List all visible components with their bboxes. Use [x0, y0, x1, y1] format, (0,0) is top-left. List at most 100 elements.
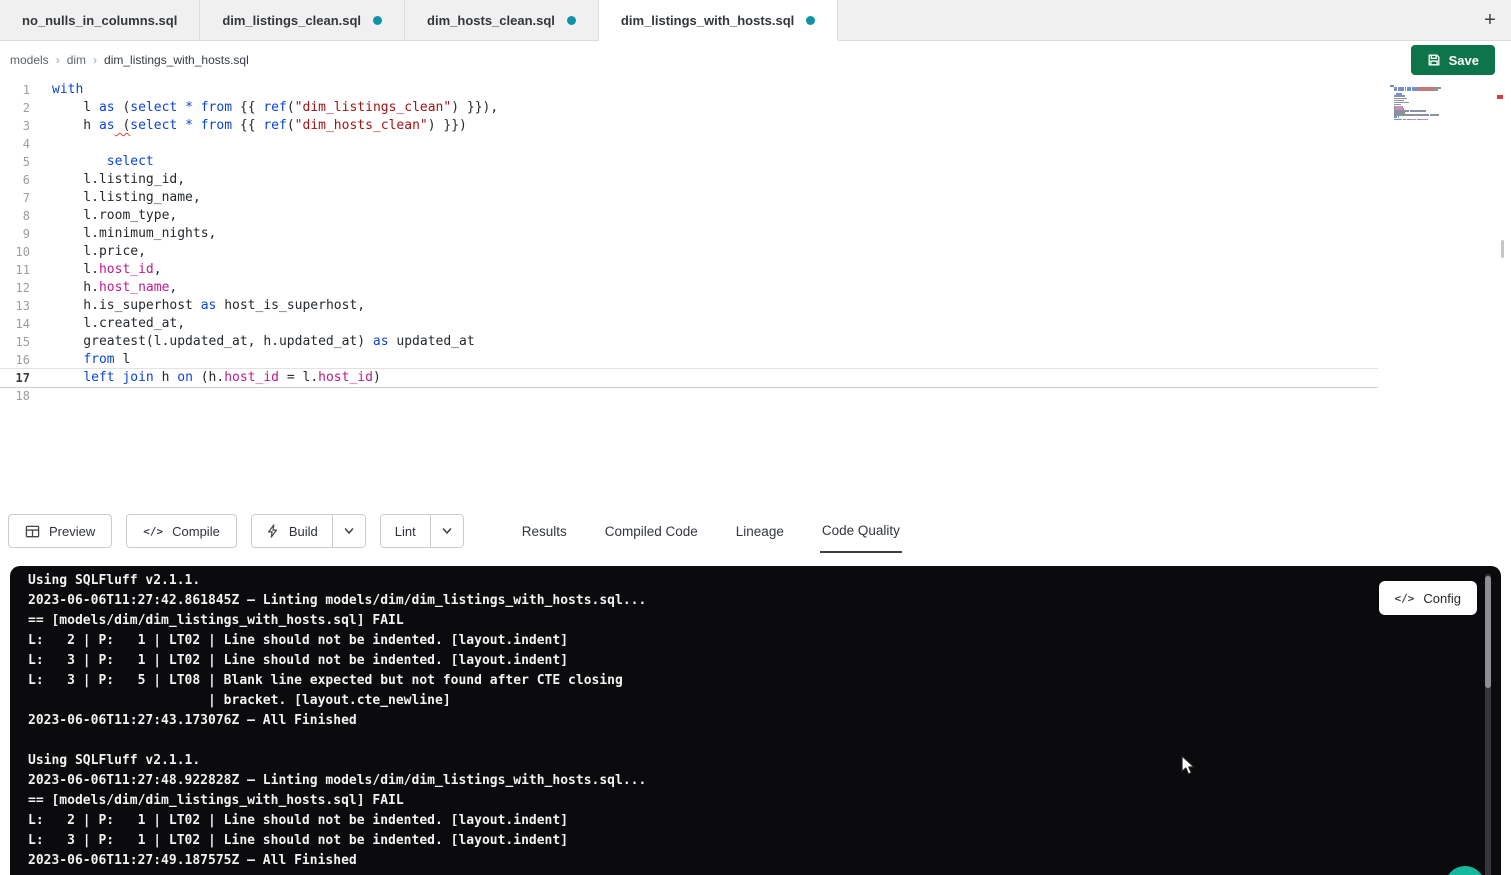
code-text: l.price,	[52, 243, 146, 261]
code-line[interactable]: 16 from l	[0, 351, 1378, 369]
mouse-cursor	[1180, 755, 1200, 777]
editor-tab[interactable]: no_nulls_in_columns.sql	[0, 0, 200, 40]
minimap-error-marker	[1497, 95, 1503, 99]
lint-split-button: Lint	[380, 514, 464, 548]
terminal-line: L: 3 | P: 1 | LT02 | Line should not be …	[28, 831, 1501, 851]
code-line[interactable]: 18	[0, 387, 1378, 405]
code-line[interactable]: 15 greatest(l.updated_at, h.updated_at) …	[0, 333, 1378, 351]
line-number: 8	[0, 207, 30, 225]
code-text: l.host_id,	[52, 261, 162, 279]
tab-code-quality[interactable]: Code Quality	[820, 509, 902, 553]
code-text: left join h on (h.host_id = l.host_id)	[52, 369, 381, 387]
code-text: h as (select * from {{ ref("dim_hosts_cl…	[52, 117, 467, 135]
code-line[interactable]: 17 left join h on (h.host_id = l.host_id…	[0, 369, 1378, 387]
line-number: 16	[0, 351, 30, 369]
code-line[interactable]: 5 select	[0, 153, 1378, 171]
line-number: 9	[0, 225, 30, 243]
tab-compiled-code[interactable]: Compiled Code	[603, 509, 700, 553]
tab-label: dim_listings_clean.sql	[222, 13, 361, 28]
config-button[interactable]: </> Config	[1379, 581, 1477, 615]
code-lines: 1with2 l as (select * from {{ ref("dim_l…	[0, 81, 1511, 405]
terminal-scrollbar[interactable]	[1485, 574, 1491, 875]
terminal-panel[interactable]: Using SQLFluff v2.1.1.2023-06-06T11:27:4…	[10, 566, 1501, 875]
terminal-line	[28, 731, 1501, 751]
tab-label: no_nulls_in_columns.sql	[22, 13, 177, 28]
line-number: 6	[0, 171, 30, 189]
line-number: 7	[0, 189, 30, 207]
terminal-line: L: 2 | P: 1 | LT02 | Line should not be …	[28, 631, 1501, 651]
ide-window: no_nulls_in_columns.sql dim_listings_clea…	[0, 0, 1511, 875]
code-editor[interactable]: 1with2 l as (select * from {{ ref("dim_l…	[0, 79, 1511, 509]
tab-label: dim_hosts_clean.sql	[427, 13, 555, 28]
terminal-line: | bracket. [layout.cte_newline]	[28, 691, 1501, 711]
lightning-bolt-icon	[266, 524, 280, 538]
terminal-scrollbar-thumb[interactable]	[1485, 576, 1491, 688]
code-line[interactable]: 7 l.listing_name,	[0, 189, 1378, 207]
build-label: Build	[289, 524, 318, 539]
editor-tab[interactable]: dim_listings_with_hosts.sql	[599, 0, 838, 40]
code-text: l.room_type,	[52, 207, 177, 225]
save-icon	[1427, 53, 1441, 67]
code-line[interactable]: 9 l.minimum_nights,	[0, 225, 1378, 243]
breadcrumb-item[interactable]: models	[10, 53, 49, 67]
code-line[interactable]: 14 l.created_at,	[0, 315, 1378, 333]
tab-bar: no_nulls_in_columns.sql dim_listings_clea…	[0, 0, 1511, 41]
code-line[interactable]: 12 h.host_name,	[0, 279, 1378, 297]
terminal-line: 2023-06-06T11:27:43.173076Z — All Finish…	[28, 711, 1501, 731]
code-line[interactable]: 13 h.is_superhost as host_is_superhost,	[0, 297, 1378, 315]
line-number: 5	[0, 153, 30, 171]
compile-button[interactable]: </> Compile	[126, 514, 237, 548]
terminal-line: 2023-06-06T11:27:48.922828Z — Linting mo…	[28, 771, 1501, 791]
code-line[interactable]: 6 l.listing_id,	[0, 171, 1378, 189]
code-line[interactable]: 11 l.host_id,	[0, 261, 1378, 279]
terminal-line: L: 3 | P: 1 | LT02 | Line should not be …	[28, 651, 1501, 671]
code-text: with	[52, 81, 83, 99]
code-line[interactable]: 2 l as (select * from {{ ref("dim_listin…	[0, 99, 1378, 117]
line-number: 13	[0, 297, 30, 315]
code-line[interactable]: 8 l.room_type,	[0, 207, 1378, 225]
new-tab-button[interactable]: +	[1469, 0, 1511, 40]
minimap-line	[1390, 121, 1462, 123]
code-line[interactable]: 10 l.price,	[0, 243, 1378, 261]
tab-lineage[interactable]: Lineage	[734, 509, 786, 553]
minimap[interactable]	[1390, 85, 1462, 123]
plus-icon: +	[1484, 9, 1496, 31]
chevron-down-icon	[441, 525, 453, 537]
lint-button[interactable]: Lint	[381, 515, 430, 547]
code-line[interactable]: 3 h as (select * from {{ ref("dim_hosts_…	[0, 117, 1378, 135]
line-number: 14	[0, 315, 30, 333]
breadcrumb-item[interactable]: dim	[67, 53, 86, 67]
breadcrumb-separator: ›	[56, 53, 60, 67]
code-line[interactable]: 4	[0, 135, 1378, 153]
unsaved-changes-dot	[567, 16, 576, 25]
panel-tab-bar: Results Compiled Code Lineage Code Quali…	[520, 509, 902, 553]
compile-label: Compile	[172, 524, 220, 539]
line-number: 2	[0, 99, 30, 117]
save-button[interactable]: Save	[1411, 45, 1495, 75]
breadcrumb-item[interactable]: dim_listings_with_hosts.sql	[104, 53, 249, 67]
terminal-line: L: 2 | P: 1 | LT02 | Line should not be …	[28, 811, 1501, 831]
line-number: 15	[0, 333, 30, 351]
chevron-down-icon	[343, 525, 355, 537]
code-text: l.minimum_nights,	[52, 225, 216, 243]
code-text: select	[52, 153, 154, 171]
line-number: 3	[0, 117, 30, 135]
line-number: 4	[0, 135, 30, 153]
lint-dropdown-button[interactable]	[430, 515, 463, 547]
tab-results[interactable]: Results	[520, 509, 569, 553]
config-label: Config	[1423, 591, 1461, 606]
code-line[interactable]: 1with	[0, 81, 1378, 99]
editor-scrollbar-tick[interactable]	[1501, 240, 1504, 258]
tab-strip: no_nulls_in_columns.sql dim_listings_clea…	[0, 0, 838, 40]
terminal-line: 2023-06-06T11:27:49.187575Z — All Finish…	[28, 851, 1501, 871]
editor-tab[interactable]: dim_listings_clean.sql	[200, 0, 405, 40]
build-button[interactable]: Build	[252, 515, 332, 547]
preview-icon	[25, 524, 40, 539]
preview-button[interactable]: Preview	[8, 514, 112, 548]
terminal-line: L: 3 | P: 5 | LT08 | Blank line expected…	[28, 671, 1501, 691]
editor-tab[interactable]: dim_hosts_clean.sql	[405, 0, 599, 40]
terminal-line: 2023-06-06T11:27:42.861845Z — Linting mo…	[28, 591, 1501, 611]
build-dropdown-button[interactable]	[332, 515, 365, 547]
code-text: l.listing_name,	[52, 189, 201, 207]
code-text: l as (select * from {{ ref("dim_listings…	[52, 99, 498, 117]
